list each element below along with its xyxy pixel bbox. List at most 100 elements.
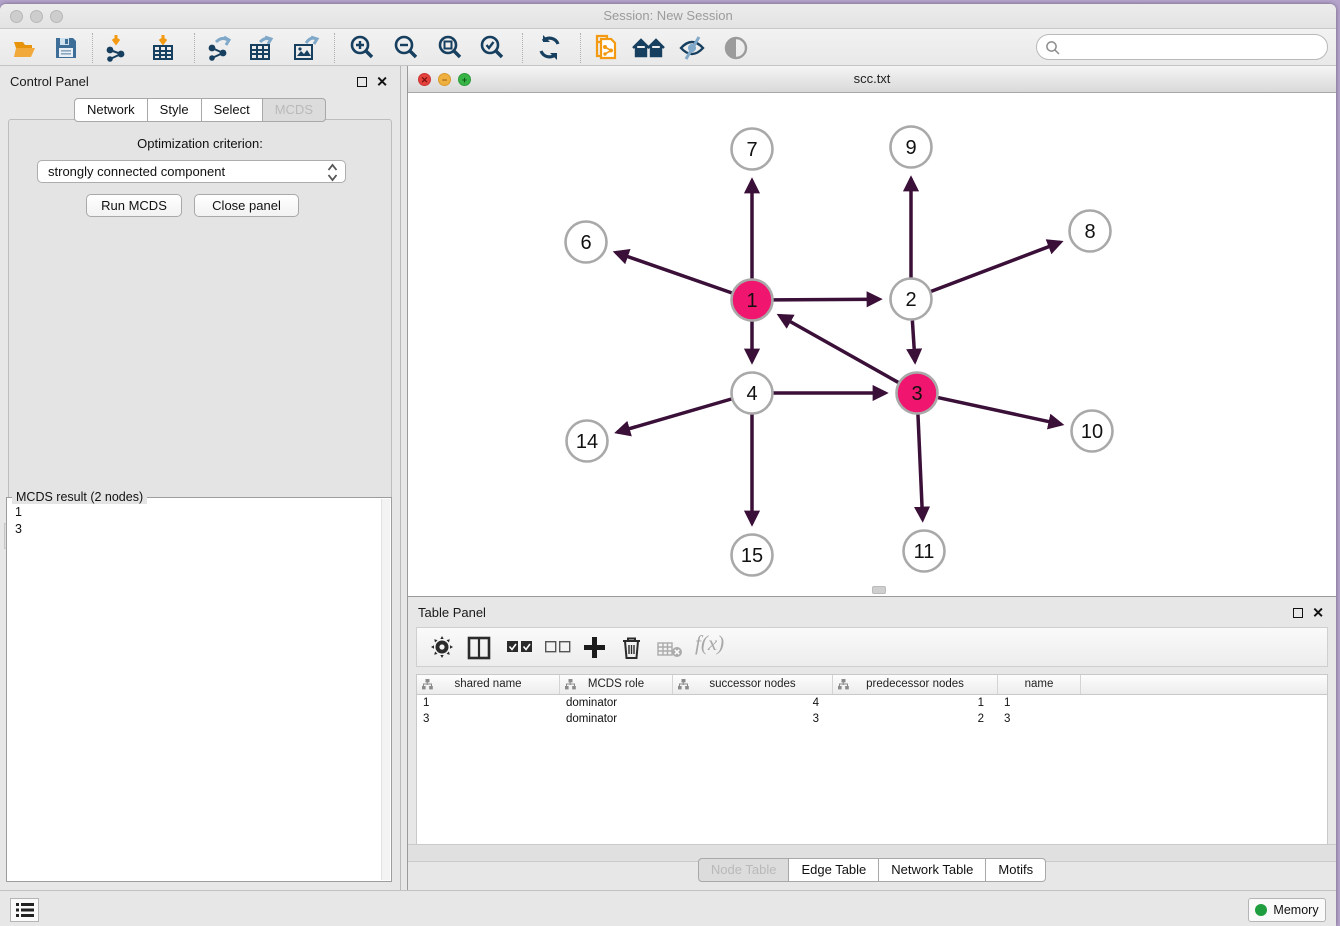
node-8[interactable]: 8 — [1070, 211, 1111, 252]
toolbar-separator — [194, 33, 195, 63]
open-folder-icon[interactable] — [12, 34, 40, 62]
run-mcds-button[interactable]: Run MCDS — [86, 194, 182, 217]
node-7[interactable]: 7 — [732, 129, 773, 170]
edge-3-1[interactable] — [779, 315, 898, 382]
toolbar-separator — [580, 33, 581, 63]
network-view-window: ✕ − + scc.txt 7 9 6 8 1 2 4 3 14 10 15 11 — [407, 66, 1336, 596]
save-icon[interactable] — [52, 34, 80, 62]
table-cell-empty — [1081, 695, 1327, 711]
network-resize-grip[interactable] — [872, 586, 886, 594]
import-table-icon[interactable] — [150, 34, 178, 62]
node-4[interactable]: 4 — [732, 373, 773, 414]
export-network-icon[interactable] — [206, 34, 234, 62]
node-9[interactable]: 9 — [891, 127, 932, 168]
table-toolbar: f(x) — [416, 627, 1328, 667]
result-scrollbar[interactable] — [381, 499, 390, 880]
node-2[interactable]: 2 — [891, 279, 932, 320]
settings-gear-icon[interactable] — [431, 636, 453, 663]
dropdown-stepper-icon — [327, 163, 338, 188]
table-cell: 3 — [673, 711, 833, 727]
export-image-icon[interactable] — [292, 34, 320, 62]
float-table-panel-icon[interactable] — [1293, 608, 1303, 618]
deselect-all-icon[interactable] — [545, 641, 571, 659]
export-table-icon[interactable] — [248, 34, 276, 62]
task-history-button[interactable] — [10, 898, 39, 922]
home-icon[interactable] — [632, 34, 660, 62]
edge-1-2[interactable] — [773, 299, 879, 300]
table-cell: 2 — [833, 711, 998, 727]
float-panel-icon[interactable] — [357, 77, 367, 87]
copy-network-icon[interactable] — [592, 34, 620, 62]
mcds-result-box: MCDS result (2 nodes) 13 — [6, 497, 392, 882]
node-15[interactable]: 15 — [732, 535, 773, 576]
import-network-icon[interactable] — [104, 34, 132, 62]
toolbar-separator — [334, 33, 335, 63]
table-panel-title: Table Panel — [418, 605, 486, 620]
node-10[interactable]: 10 — [1072, 411, 1113, 452]
refresh-icon[interactable] — [536, 34, 564, 62]
close-panel-icon[interactable]: ✕ — [376, 73, 388, 89]
tab-node-table[interactable]: Node Table — [698, 858, 790, 882]
tab-select[interactable]: Select — [202, 98, 263, 122]
close-table-panel-icon[interactable]: ✕ — [1312, 604, 1324, 620]
list-icon — [16, 902, 34, 918]
delete-column-icon[interactable] — [621, 636, 642, 665]
edge-1-6[interactable] — [616, 252, 732, 293]
add-column-icon[interactable] — [583, 636, 606, 664]
svg-text:2: 2 — [905, 289, 916, 311]
node-3[interactable]: 3 — [897, 373, 938, 414]
show-panel-icon[interactable] — [722, 34, 750, 62]
application-window: Session: New Session — [0, 4, 1336, 926]
zoom-out-icon[interactable] — [392, 34, 420, 62]
search-input[interactable] — [1065, 37, 1320, 57]
node-1[interactable]: 1 — [732, 280, 773, 321]
tab-motifs[interactable]: Motifs — [986, 858, 1046, 882]
main-toolbar — [0, 29, 1336, 66]
tab-mcds[interactable]: MCDS — [263, 98, 326, 122]
mcds-result-lines: 13 — [15, 504, 22, 538]
search-box — [1036, 34, 1328, 60]
tab-network[interactable]: Network — [74, 98, 148, 122]
function-builder-icon[interactable]: f(x) — [695, 631, 724, 656]
column-view-icon[interactable] — [467, 636, 491, 665]
edge-2-8[interactable] — [931, 242, 1060, 291]
column-header-mcds-role[interactable]: MCDS role — [560, 675, 673, 694]
node-table: shared name MCDS role successor nodes pr… — [416, 674, 1328, 846]
svg-text:9: 9 — [905, 137, 916, 159]
mcds-result-title: MCDS result (2 nodes) — [12, 490, 147, 504]
hide-panel-icon[interactable] — [678, 34, 706, 62]
edge-3-10[interactable] — [938, 398, 1061, 425]
table-row[interactable]: 3dominator323 — [417, 711, 1327, 727]
zoom-selected-icon[interactable] — [478, 34, 506, 62]
network-canvas[interactable]: 7 9 6 8 1 2 4 3 14 10 15 11 — [408, 93, 1337, 593]
tab-style[interactable]: Style — [148, 98, 202, 122]
node-6[interactable]: 6 — [566, 222, 607, 263]
column-header-successor-nodes[interactable]: successor nodes — [673, 675, 833, 694]
zoom-in-icon[interactable] — [348, 34, 376, 62]
status-bar: Memory — [0, 890, 1336, 926]
optimization-dropdown[interactable]: strongly connected component — [37, 160, 346, 183]
table-row[interactable]: 1dominator411 — [417, 695, 1327, 711]
tab-edge-table[interactable]: Edge Table — [789, 858, 879, 882]
node-14[interactable]: 14 — [567, 421, 608, 462]
svg-text:15: 15 — [741, 545, 763, 567]
column-header-predecessor-nodes[interactable]: predecessor nodes — [833, 675, 998, 694]
table-cell: 1 — [833, 695, 998, 711]
edge-2-3[interactable] — [912, 320, 915, 361]
tab-network-table[interactable]: Network Table — [879, 858, 986, 882]
delete-table-icon[interactable] — [657, 642, 683, 663]
search-icon — [1045, 40, 1061, 56]
network-titlebar: ✕ − + scc.txt — [408, 66, 1336, 93]
edge-3-11[interactable] — [918, 414, 923, 519]
table-cell: dominator — [560, 711, 673, 727]
svg-text:4: 4 — [746, 383, 757, 405]
edge-4-14[interactable] — [617, 399, 731, 432]
select-all-icon[interactable] — [507, 641, 533, 659]
column-header-name[interactable]: name — [998, 675, 1081, 694]
zoom-fit-icon[interactable] — [436, 34, 464, 62]
result-line: 3 — [15, 521, 22, 538]
node-11[interactable]: 11 — [904, 531, 945, 572]
close-panel-button[interactable]: Close panel — [194, 194, 299, 217]
memory-button[interactable]: Memory — [1248, 898, 1326, 922]
column-header-shared-name[interactable]: shared name — [417, 675, 560, 694]
